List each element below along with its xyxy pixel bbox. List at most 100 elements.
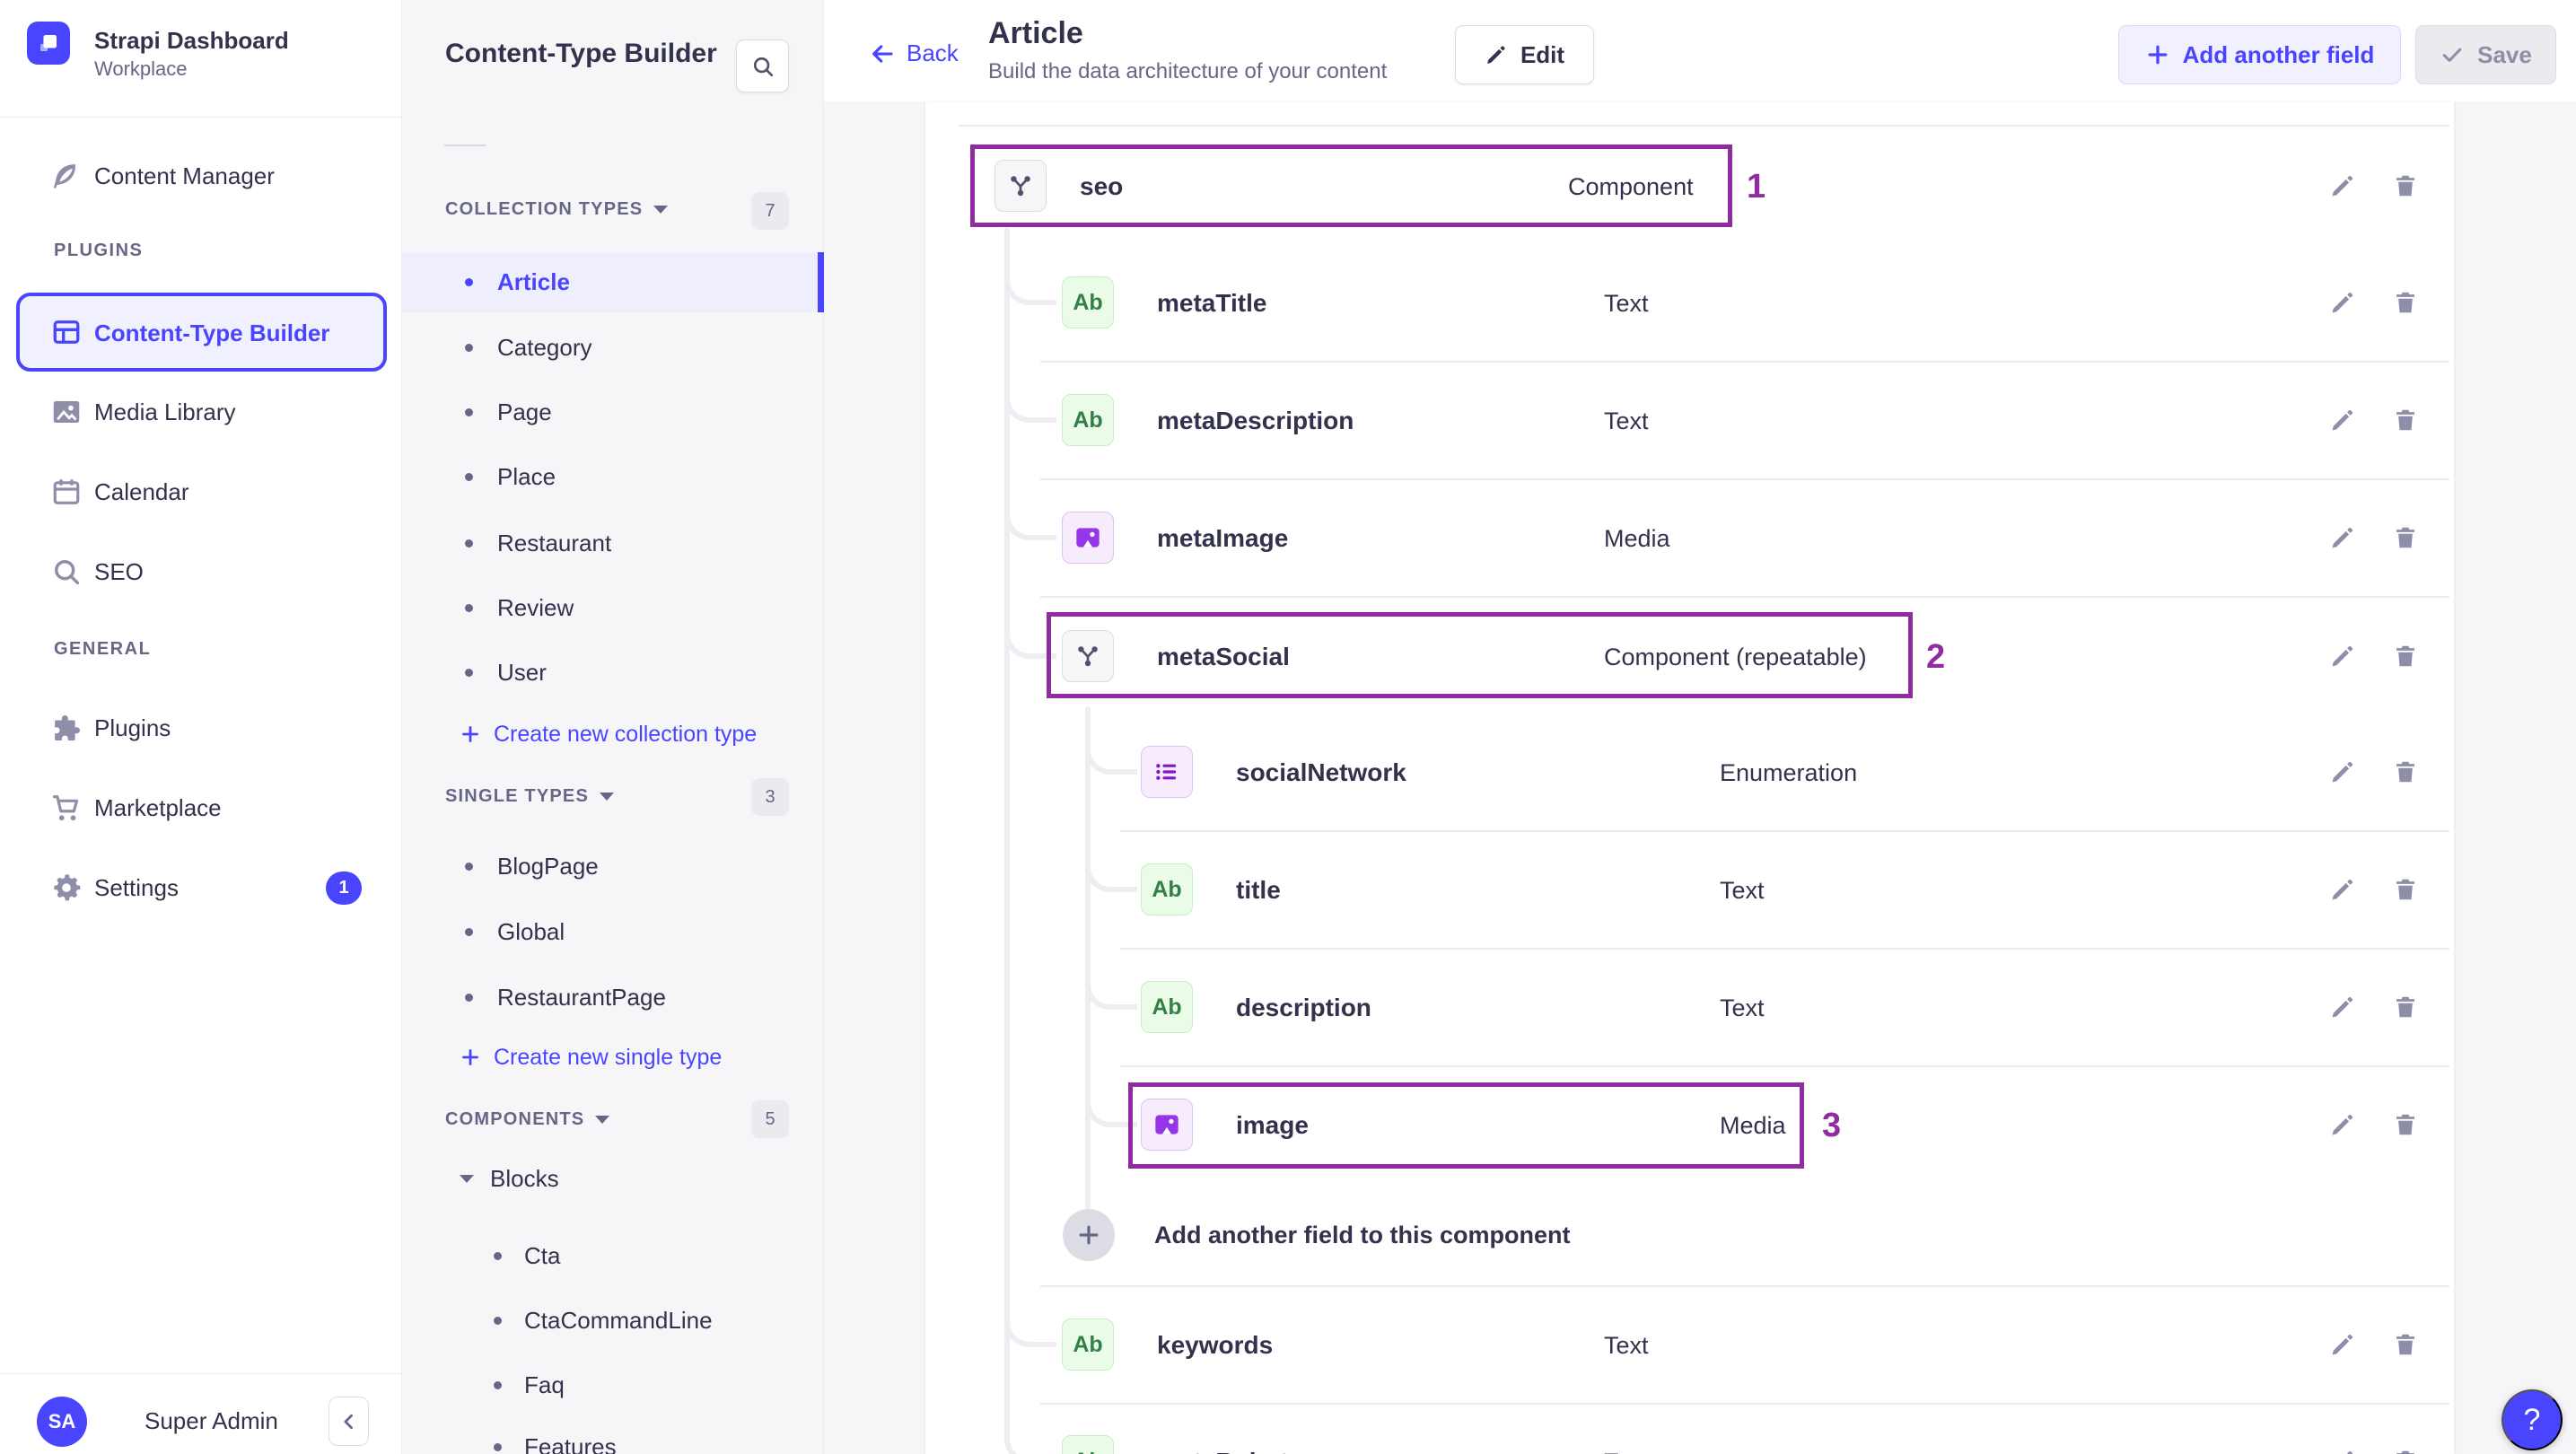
text-field-icon: Ab (1062, 1318, 1114, 1371)
save-button[interactable]: Save (2415, 25, 2556, 84)
single-type-restaurantpage[interactable]: RestaurantPage (402, 968, 824, 1028)
edit-field-button[interactable] (2329, 994, 2356, 1020)
pencil-icon (2329, 758, 2356, 785)
single-types-toggle[interactable]: SINGLE TYPES (445, 786, 614, 807)
field-type: Text (1604, 1332, 1649, 1359)
edit-field-button[interactable] (2329, 172, 2356, 199)
sidebar-item-calendar[interactable]: Calendar (0, 460, 402, 524)
sidebar-item-marketplace[interactable]: Marketplace (0, 775, 402, 840)
single-type-global[interactable]: Global (402, 902, 824, 962)
plus-icon (460, 723, 481, 745)
bullet-icon (465, 278, 473, 286)
trash-icon (2392, 758, 2419, 785)
add-another-field-button[interactable]: Add another field (2118, 25, 2401, 84)
component-cta[interactable]: Cta (402, 1226, 824, 1286)
chevron-down-icon (460, 1174, 474, 1183)
field-row-image: image Media (925, 1066, 2454, 1183)
edit-field-button[interactable] (2329, 407, 2356, 434)
plugins-section-label: PLUGINS (54, 241, 144, 260)
collection-types-label: COLLECTION TYPES (445, 199, 644, 219)
delete-field-button[interactable] (2392, 994, 2419, 1020)
delete-field-button[interactable] (2392, 758, 2419, 785)
calendar-icon (50, 476, 83, 508)
back-link[interactable]: Back (869, 39, 959, 67)
delete-field-button[interactable] (2392, 1331, 2419, 1358)
components-toggle[interactable]: COMPONENTS (445, 1109, 610, 1130)
delete-field-button[interactable] (2392, 524, 2419, 551)
back-label: Back (907, 39, 959, 66)
sidebar-item-seo[interactable]: SEO (0, 539, 402, 604)
chevron-down-icon (600, 793, 614, 801)
feather-icon (50, 160, 83, 192)
collection-type-place[interactable]: Place (402, 447, 824, 507)
create-single-type-link[interactable]: Create new single type (402, 1028, 824, 1087)
delete-field-button[interactable] (2392, 1448, 2419, 1454)
edit-field-button[interactable] (2329, 524, 2356, 551)
general-section-label: GENERAL (54, 639, 152, 659)
sidebar-item-plugins[interactable]: Plugins (0, 696, 402, 760)
divider (444, 145, 486, 146)
bullet-icon (494, 1317, 502, 1325)
avatar[interactable]: SA (37, 1397, 87, 1447)
edit-field-button[interactable] (2329, 758, 2356, 785)
strapi-logo-icon (32, 27, 65, 59)
add-field-to-component-button[interactable]: Add another field to this component (925, 1177, 2454, 1293)
edit-field-button[interactable] (2329, 289, 2356, 316)
plus-circle-icon (1063, 1209, 1115, 1261)
field-row-metaimage: metaImage Media (925, 479, 2454, 596)
text-field-icon: Ab (1141, 863, 1193, 915)
component-group-blocks[interactable]: Blocks (402, 1149, 824, 1208)
trash-icon (2392, 407, 2419, 434)
create-collection-type-link[interactable]: Create new collection type (402, 705, 824, 764)
collection-type-page[interactable]: Page (402, 382, 824, 442)
component-ctacommandline[interactable]: CtaCommandLine (402, 1291, 824, 1351)
pencil-icon (2329, 994, 2356, 1020)
field-type: Text (1720, 994, 1765, 1021)
collection-type-restaurant[interactable]: Restaurant (402, 513, 824, 574)
search-icon (750, 54, 775, 79)
edit-field-button[interactable] (2329, 1448, 2356, 1454)
delete-field-button[interactable] (2392, 1111, 2419, 1138)
collection-types-toggle[interactable]: COLLECTION TYPES (445, 199, 669, 220)
divider (0, 1373, 402, 1374)
field-row-seo: seo Component (925, 127, 2454, 244)
delete-field-button[interactable] (2392, 876, 2419, 903)
edit-field-button[interactable] (2329, 1331, 2356, 1358)
page-subtitle: Build the data architecture of your cont… (988, 59, 1388, 83)
sidebar-item-media-library[interactable]: Media Library (0, 380, 402, 444)
bullet-icon (465, 669, 473, 677)
delete-field-button[interactable] (2392, 407, 2419, 434)
component-faq[interactable]: Faq (402, 1355, 824, 1415)
delete-field-button[interactable] (2392, 289, 2419, 316)
single-type-blogpage[interactable]: BlogPage (402, 836, 824, 897)
collection-type-user[interactable]: User (402, 643, 824, 703)
edit-button[interactable]: Edit (1455, 25, 1594, 84)
collection-type-review[interactable]: Review (402, 578, 824, 638)
trash-icon (2392, 524, 2419, 551)
delete-field-button[interactable] (2392, 172, 2419, 199)
text-field-glyph: Ab (1073, 407, 1103, 433)
sidebar-item-settings[interactable]: Settings 1 (0, 855, 402, 920)
search-button[interactable] (736, 39, 789, 92)
bullet-icon (494, 1381, 502, 1389)
edit-button-label: Edit (1520, 40, 1565, 68)
help-button[interactable]: ? (2502, 1389, 2563, 1450)
component-icon (1006, 171, 1035, 200)
collapse-sidebar-button[interactable] (329, 1397, 369, 1446)
edit-field-button[interactable] (2329, 643, 2356, 670)
annotation-number-1: 1 (1747, 168, 1766, 206)
field-name: metaSocial (1157, 643, 1290, 670)
workspace-label: Workplace (94, 57, 188, 80)
delete-field-button[interactable] (2392, 643, 2419, 670)
media-field-icon (1062, 512, 1114, 564)
edit-field-button[interactable] (2329, 1111, 2356, 1138)
media-field-icon (1141, 1099, 1193, 1151)
component-features[interactable]: Features (402, 1417, 824, 1454)
collection-type-category[interactable]: Category (402, 318, 824, 378)
edit-field-button[interactable] (2329, 876, 2356, 903)
bullet-icon (465, 344, 473, 352)
sidebar-item-content-type-builder[interactable]: Content-Type Builder (16, 293, 387, 372)
collection-type-article[interactable]: Article (402, 252, 824, 312)
field-type: Media (1720, 1112, 1786, 1139)
sidebar-item-content-manager[interactable]: Content Manager (0, 144, 402, 208)
